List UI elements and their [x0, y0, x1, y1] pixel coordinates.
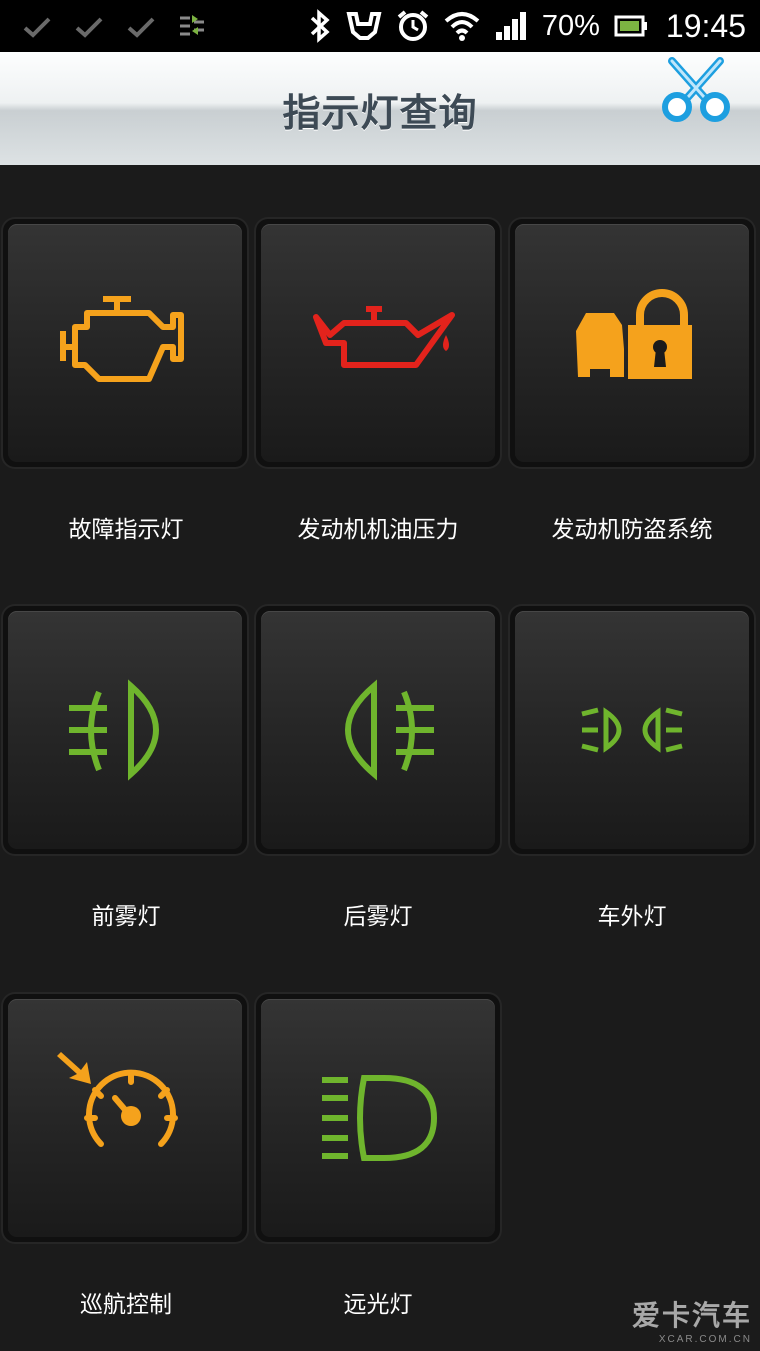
clock-time: 19:45	[665, 7, 746, 44]
indicator-tile-exterior-light[interactable]	[510, 606, 754, 854]
bluetooth-icon	[310, 9, 330, 43]
watermark: 爱卡汽车 XCAR.COM.CN	[632, 1294, 752, 1345]
engine-icon	[60, 296, 184, 382]
status-bar: 70% 19:45	[0, 0, 760, 52]
indicator-label: 发动机机油压力	[297, 517, 459, 543]
battery-percent: 70%	[541, 9, 600, 42]
high-beam-icon	[322, 1075, 438, 1161]
alarm-clock-icon	[397, 10, 429, 41]
indicator-label: 故障指示灯	[68, 517, 184, 543]
indicator-tile-front-fog[interactable]	[3, 606, 247, 854]
check-icon	[75, 17, 103, 38]
indicator-tile-high-beam[interactable]	[256, 994, 500, 1242]
indicator-tile-rear-fog[interactable]	[256, 606, 500, 854]
page-title: 指示灯查询	[282, 91, 478, 135]
oil-can-icon	[313, 306, 455, 368]
signal-icon	[495, 12, 526, 40]
wifi-icon	[444, 12, 480, 41]
usb-transfer-icon	[180, 15, 204, 36]
indicator-label: 车外灯	[597, 904, 667, 930]
indicator-label: 远光灯	[343, 1292, 413, 1318]
battery-icon	[614, 15, 647, 37]
check-icon	[127, 17, 155, 38]
indicator-tile-oil-pressure[interactable]	[256, 219, 500, 467]
car-cradle-icon	[346, 12, 382, 40]
indicator-label: 前雾灯	[91, 904, 161, 930]
indicator-tile-cruise[interactable]	[3, 994, 247, 1242]
scissors-icon	[662, 57, 730, 122]
status-left-icons	[22, 10, 206, 44]
watermark-brand: 爱卡汽车	[631, 1299, 752, 1332]
check-icon	[23, 17, 51, 38]
indicator-label: 发动机防盗系统	[551, 517, 713, 543]
car-lock-icon	[576, 289, 692, 379]
status-right-icons: 70% 19:45	[308, 6, 746, 46]
screenshot-button[interactable]	[660, 57, 732, 123]
indicator-tile-fault[interactable]	[3, 219, 247, 467]
cruise-control-icon	[57, 1052, 178, 1147]
title-bar: 指示灯查询	[0, 52, 760, 165]
rear-fog-light-icon	[345, 679, 434, 781]
front-fog-light-icon	[69, 679, 159, 781]
indicator-tile-immobilizer[interactable]	[510, 219, 754, 467]
indicator-label: 巡航控制	[80, 1292, 172, 1318]
indicator-label: 后雾灯	[343, 904, 413, 930]
watermark-domain: XCAR.COM.CN	[658, 1334, 752, 1345]
exterior-light-icon	[581, 707, 683, 753]
